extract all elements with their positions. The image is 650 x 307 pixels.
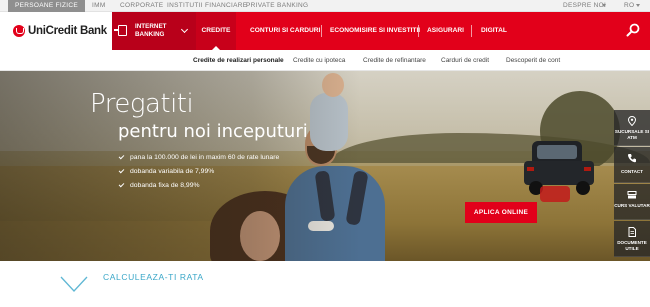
nav-divider (471, 25, 472, 37)
rail-label: DOCUMENTE UTILE (617, 240, 647, 251)
hero-subtitle: pentru noi inceputuri (118, 121, 308, 142)
about-chevron-down-icon (602, 4, 606, 7)
subnav-item-refinantare[interactable]: Credite de refinantare (363, 50, 426, 71)
exchange-icon (627, 191, 637, 199)
nav-item-asigurari[interactable]: ASIGURARI (427, 12, 464, 50)
rail-item-sucursale[interactable]: SUCURSALE SI ATM (614, 110, 650, 146)
calculate-rate-link[interactable]: CALCULEAZA-TI RATA (103, 272, 204, 282)
hero-bullet: dobanda fixa de 8,99% (118, 179, 279, 193)
hero-banner: Pregatiti pentru noi inceputuri pana la … (0, 71, 650, 261)
language-chevron-down-icon (636, 4, 640, 7)
nav-item-economisire[interactable]: ECONOMISIRE SI INVESTITII (330, 12, 420, 50)
segment-institutii-financiare[interactable]: INSTITUTII FINANCIARE (167, 0, 247, 12)
phone-icon (627, 154, 636, 163)
nav-item-conturi-si-carduri[interactable]: CONTURI SI CARDURI (250, 12, 320, 50)
hero-bullet-text: dobanda variabila de 7,99% (130, 168, 215, 175)
hero-bullet: dobanda variabila de 7,99% (118, 165, 279, 179)
hero-bullet: pana la 100.000 de lei in maxim 60 de ra… (118, 151, 279, 165)
nav-item-digital[interactable]: DIGITAL (481, 12, 507, 50)
chevron-down-icon (180, 25, 189, 34)
subnav-item-ipoteca[interactable]: Credite cu ipoteca (293, 50, 345, 71)
rail-item-documente[interactable]: DOCUMENTE UTILE (614, 221, 650, 257)
logo-text: UniCredit Bank (28, 25, 107, 37)
check-icon (118, 167, 125, 174)
nav-divider (418, 25, 419, 37)
document-icon (628, 227, 636, 237)
nav-divider (321, 25, 322, 37)
unicredit-logo[interactable]: UniCredit Bank (13, 24, 107, 38)
subnav-item-carduri-credit[interactable]: Carduri de credit (441, 50, 489, 71)
hero-blanket (540, 186, 570, 202)
nav-item-credite[interactable]: CREDITE (196, 12, 236, 50)
login-door-icon (114, 25, 127, 36)
main-nav: CREDITE CONTURI SI CARDURI ECONOMISIRE S… (196, 12, 650, 50)
about-dropdown[interactable]: DESPRE NOI (563, 0, 606, 12)
rail-label: SUCURSALE SI ATM (614, 129, 650, 140)
internet-banking-button[interactable]: INTERNET BANKING (112, 12, 196, 50)
unicredit-logo-icon (13, 25, 25, 37)
segment-imm[interactable]: IMM (92, 0, 106, 12)
apply-online-button[interactable]: APLICA ONLINE (465, 202, 537, 223)
segment-private-banking[interactable]: PRIVATE BANKING (246, 0, 308, 12)
segment-corporate[interactable]: CORPORATE (120, 0, 163, 12)
search-icon[interactable] (626, 23, 640, 37)
hero-bullet-text: pana la 100.000 de lei in maxim 60 de ra… (130, 154, 280, 161)
internet-banking-label: INTERNET BANKING (135, 23, 167, 38)
subnav-item-realizari-personale[interactable]: Credite de realizari personale (193, 50, 284, 71)
rail-item-contact[interactable]: CONTACT (614, 147, 650, 183)
rail-item-curs-valutar[interactable]: CURS VALUTAR (614, 184, 650, 220)
main-header: UniCredit Bank INTERNET BANKING CREDITE … (0, 12, 650, 50)
calculator-section: CALCULEAZA-TI RATA (0, 261, 650, 307)
rail-label: CONTACT (620, 169, 644, 174)
subnav-item-descoperit[interactable]: Descoperit de cont (506, 50, 560, 71)
location-pin-icon (627, 116, 637, 126)
sub-nav: Credite de realizari personale Credite c… (0, 50, 650, 71)
language-selector[interactable]: RO (624, 0, 634, 12)
utility-bar: PERSOANE FIZICE IMM CORPORATE INSTITUTII… (0, 0, 650, 12)
segment-persoane-fizice[interactable]: PERSOANE FIZICE (8, 0, 86, 12)
hero-title: Pregatiti (90, 89, 194, 119)
check-icon (118, 181, 125, 188)
hero-bullets: pana la 100.000 de lei in maxim 60 de ra… (118, 151, 279, 193)
rail-label: CURS VALUTAR (614, 203, 650, 208)
chevron-down-icon[interactable] (60, 269, 88, 297)
check-icon (118, 153, 125, 160)
hero-bullet-text: dobanda fixa de 8,99% (130, 182, 200, 189)
